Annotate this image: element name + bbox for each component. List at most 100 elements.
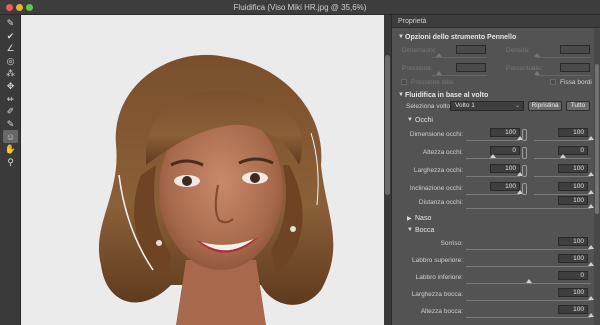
occhi-row-0-label: Dimensione occhi: <box>409 131 463 138</box>
occhi-row-1-label: Altezza occhi: <box>422 149 463 156</box>
pressione-field[interactable] <box>456 63 486 72</box>
thaw-mask-tool-icon[interactable]: ✎ <box>3 118 18 131</box>
naso-title: Naso <box>415 215 432 222</box>
face-tool-icon[interactable]: ☺ <box>3 130 18 144</box>
occhi-row-1-left-slider[interactable] <box>466 158 520 159</box>
canvas-scroll-thumb[interactable] <box>385 55 390 195</box>
chevron-down-icon: ⌄ <box>514 103 520 109</box>
occhi-row-2-left-field[interactable]: 100 <box>490 164 520 173</box>
hand-tool-icon[interactable]: ✋ <box>3 143 18 156</box>
brush-options-section[interactable]: ▼ Opzioni dello strumento Pennello <box>392 32 600 43</box>
occhi-row-1-right-slider[interactable] <box>534 158 591 159</box>
bocca-section[interactable]: ▼ Bocca <box>392 225 600 235</box>
twirl-tool-icon[interactable]: ◎ <box>3 55 18 68</box>
zoom-tool-icon[interactable]: ⚲ <box>3 156 18 169</box>
percentuale-slider-thumb[interactable] <box>534 71 540 75</box>
distanza-occhi-slider[interactable] <box>466 208 591 209</box>
bocca-row-0-label: Sorriso: <box>440 240 463 247</box>
link-eyes-icon[interactable] <box>522 147 527 159</box>
face-aware-section[interactable]: ▼ Fluidifica in base al volto <box>392 90 600 101</box>
collapse-triangle-icon[interactable]: ▼ <box>398 92 404 98</box>
bocca-row-1-field[interactable]: 100 <box>558 254 588 263</box>
dimensioni-slider[interactable] <box>432 57 487 58</box>
smooth-tool-icon[interactable]: ∠ <box>3 42 18 55</box>
expand-triangle-icon[interactable]: ▶ <box>407 215 412 222</box>
freeze-mask-tool-icon[interactable]: ✐ <box>3 105 18 118</box>
occhi-row-3-label: Inclinazione occhi: <box>409 185 463 192</box>
bocca-row-4-label: Altezza bocca: <box>420 308 463 315</box>
fissa-bordi-label: Fissa bordi <box>560 79 592 86</box>
percentuale-field[interactable] <box>560 63 590 72</box>
seleziona-volto-dropdown[interactable]: Volto 1 ⌄ <box>450 101 524 111</box>
fissa-bordi-checkbox[interactable] <box>550 79 556 85</box>
pressione-slider-thumb[interactable] <box>436 71 442 75</box>
occhi-row-0-right-slider[interactable] <box>534 140 591 141</box>
panel-title: Proprietà <box>392 15 600 28</box>
face-aware-title: Fluidifica in base al volto <box>405 92 489 99</box>
occhi-row-0-left-field[interactable]: 100 <box>490 128 520 137</box>
reconstruct-tool-icon[interactable]: ✔ <box>3 30 18 43</box>
bocca-row-3-label: Larghezza bocca: <box>411 291 463 298</box>
occhi-row-2-left-slider[interactable] <box>466 176 520 177</box>
bocca-row-4-slider[interactable] <box>466 317 591 318</box>
forward-warp-tool-icon[interactable]: ✎ <box>3 17 18 30</box>
pressione-stilo-checkbox[interactable] <box>401 79 407 85</box>
brush-options-title: Opzioni dello strumento Pennello <box>405 34 517 41</box>
occhi-row-3-left-field[interactable]: 100 <box>490 182 520 191</box>
canvas-scrollbar[interactable] <box>384 15 391 325</box>
pucker-tool-icon[interactable]: ⁂ <box>3 67 18 80</box>
occhi-row-2-right-field[interactable]: 100 <box>558 164 588 173</box>
bocca-row-1-slider[interactable] <box>466 266 591 267</box>
occhi-row-1-left-slider-thumb[interactable] <box>490 154 496 158</box>
densita-slider-thumb[interactable] <box>534 53 540 57</box>
collapse-triangle-icon[interactable]: ▼ <box>407 117 413 123</box>
occhi-row-3-right-slider[interactable] <box>534 194 591 195</box>
bocca-row-3-field[interactable]: 100 <box>558 288 588 297</box>
occhi-row-0-left-slider[interactable] <box>466 140 520 141</box>
bocca-row-2-field[interactable]: 0 <box>558 271 588 280</box>
occhi-row-3-right-field[interactable]: 100 <box>558 182 588 191</box>
bocca-row-4-field[interactable]: 100 <box>558 305 588 314</box>
link-eyes-icon[interactable] <box>522 165 527 177</box>
occhi-section[interactable]: ▼ Occhi <box>392 115 600 125</box>
link-eyes-icon[interactable] <box>522 183 527 195</box>
collapse-triangle-icon[interactable]: ▼ <box>407 227 413 233</box>
pressione-label: Pressione: <box>402 65 433 72</box>
occhi-row-1-right-slider-thumb[interactable] <box>559 154 566 158</box>
distanza-occhi-label: Distanza occhi: <box>418 199 463 206</box>
densita-field[interactable] <box>560 45 590 54</box>
panel-scroll-thumb[interactable] <box>595 64 599 214</box>
push-left-tool-icon[interactable]: ⇷ <box>3 93 18 106</box>
naso-section[interactable]: ▶ Naso <box>392 213 600 223</box>
percentuale-slider[interactable] <box>536 75 591 76</box>
occhi-row-3-left-slider[interactable] <box>466 194 520 195</box>
panel-scrollbar[interactable] <box>594 29 600 325</box>
bocca-row-0-slider[interactable] <box>466 249 591 250</box>
bocca-row-2-slider[interactable] <box>466 283 591 284</box>
bocca-title: Bocca <box>415 227 435 234</box>
dimensioni-slider-thumb[interactable] <box>436 53 442 57</box>
bocca-row-3-slider[interactable] <box>466 300 591 301</box>
image-canvas[interactable] <box>21 15 384 325</box>
bocca-row-0-field[interactable]: 100 <box>558 237 588 246</box>
link-eyes-icon[interactable] <box>522 129 527 141</box>
occhi-row-2-right-slider[interactable] <box>534 176 591 177</box>
occhi-row-0-right-field[interactable]: 100 <box>558 128 588 137</box>
ripristina-button[interactable]: Ripristina <box>528 101 562 111</box>
window-title: Fluidifica (Viso Miki HR.jpg @ 35,6%) <box>233 3 367 12</box>
pressione-stilo-label: Pressione stilo <box>411 79 454 86</box>
tool-bar: ✎ ✔ ∠ ◎ ⁂ ✥ ⇷ ✐ ✎ ☺ ✋ ⚲ <box>0 15 21 325</box>
properties-panel: Proprietà ▼ Opzioni dello strumento Penn… <box>391 15 600 325</box>
tutto-button[interactable]: Tutto <box>566 101 590 111</box>
collapse-triangle-icon[interactable]: ▼ <box>398 34 404 40</box>
dimensioni-field[interactable] <box>456 45 486 54</box>
dimensioni-label: Dimensioni: <box>402 47 436 54</box>
bocca-row-2-slider-thumb[interactable] <box>525 279 532 283</box>
title-bar: Fluidifica (Viso Miki HR.jpg @ 35,6%) <box>0 0 600 15</box>
portrait-photo <box>21 15 384 325</box>
pressione-slider[interactable] <box>432 75 487 76</box>
distanza-occhi-field[interactable]: 100 <box>558 196 588 205</box>
densita-slider[interactable] <box>536 57 591 58</box>
densita-label: Densità: <box>506 47 530 54</box>
bloat-tool-icon[interactable]: ✥ <box>3 80 18 93</box>
